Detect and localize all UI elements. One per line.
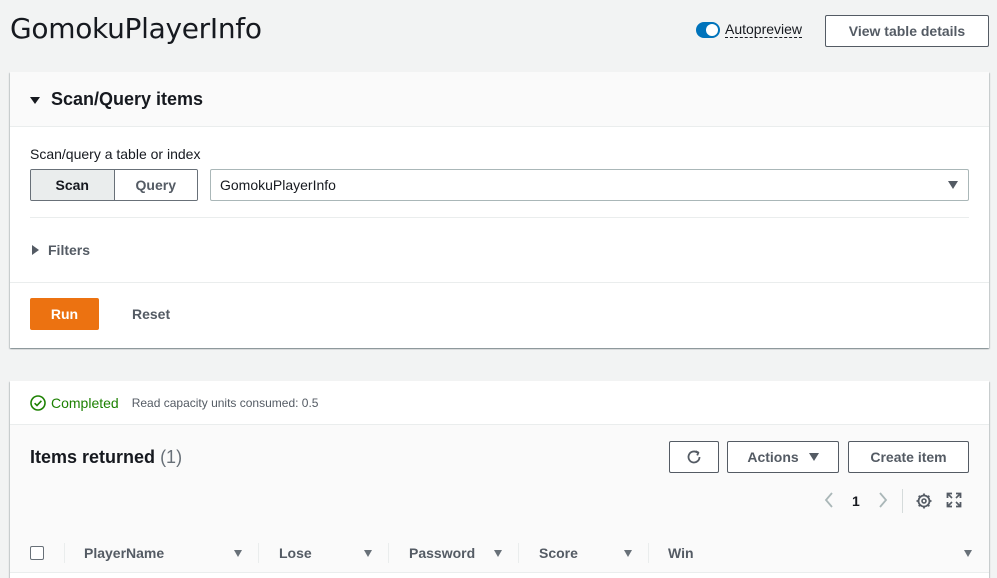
column-header-win[interactable]: Win (668, 533, 694, 573)
pager-divider (902, 489, 903, 513)
filters-expander[interactable]: Filters (32, 242, 90, 258)
actions-label: Actions (747, 449, 799, 465)
sort-caret-icon[interactable] (364, 550, 372, 557)
toggle-knob (706, 24, 718, 36)
items-returned-title: Items returned (1) (30, 447, 182, 468)
column-header-playername[interactable]: PlayerName (84, 533, 164, 573)
previous-page-icon[interactable] (822, 491, 836, 509)
results-panel: Completed Read capacity units consumed: … (10, 381, 989, 578)
sort-caret-icon[interactable] (234, 550, 242, 557)
actions-button[interactable]: Actions (727, 441, 839, 473)
capacity-text: Read capacity units consumed: 0.5 (131, 395, 319, 410)
divider (30, 217, 969, 218)
run-button[interactable]: Run (30, 298, 99, 330)
fullscreen-icon[interactable] (946, 492, 962, 508)
column-header-password[interactable]: Password (409, 533, 475, 573)
gear-icon[interactable] (915, 492, 933, 510)
status-text: Completed (51, 394, 119, 411)
items-header: Items returned (1) Actions Create item 1 (10, 425, 989, 533)
sort-caret-icon[interactable] (624, 550, 632, 557)
check-circle-icon (30, 394, 46, 411)
reset-button[interactable]: Reset (132, 306, 170, 322)
scan-mode-button[interactable]: Scan (31, 170, 115, 200)
column-separator (518, 543, 519, 563)
footer-divider (10, 282, 989, 283)
table-select[interactable]: GomokuPlayerInfo (210, 169, 969, 201)
refresh-button[interactable] (669, 441, 719, 473)
caret-down-icon[interactable] (30, 97, 40, 104)
refresh-icon (687, 450, 701, 464)
status-bar: Completed Read capacity units consumed: … (10, 381, 989, 425)
select-all-checkbox[interactable] (30, 546, 44, 560)
autopreview-label[interactable]: Autopreview (725, 22, 803, 38)
scan-query-field-label: Scan/query a table or index (30, 146, 201, 162)
page-title: GomokuPlayerInfo (10, 12, 262, 45)
chevron-down-icon (808, 453, 819, 461)
scan-query-panel: Scan/Query items Scan/query a table or i… (10, 72, 989, 348)
sort-caret-icon[interactable] (964, 550, 972, 557)
sort-caret-icon[interactable] (494, 550, 502, 557)
column-header-score[interactable]: Score (539, 533, 578, 573)
filters-label: Filters (48, 242, 91, 258)
scan-query-segmented-control: Scan Query (30, 169, 198, 201)
autopreview-toggle[interactable] (696, 22, 720, 38)
column-separator (64, 543, 65, 563)
column-separator (388, 543, 389, 563)
query-mode-button[interactable]: Query (114, 170, 197, 200)
autopreview-control[interactable]: Autopreview (696, 22, 803, 38)
table-select-value: GomokuPlayerInfo (220, 177, 336, 193)
items-count: (1) (160, 447, 183, 467)
column-separator (648, 543, 649, 563)
current-page[interactable]: 1 (852, 493, 860, 509)
scan-query-header[interactable]: Scan/Query items (10, 72, 989, 127)
column-separator (258, 543, 259, 563)
view-table-details-button[interactable]: View table details (825, 15, 989, 47)
table-header-row: PlayerName Lose Password Score Win (10, 533, 989, 573)
caret-right-icon (32, 245, 39, 255)
next-page-icon[interactable] (876, 491, 890, 509)
items-returned-label: Items returned (30, 447, 156, 467)
column-header-lose[interactable]: Lose (279, 533, 312, 573)
create-item-button[interactable]: Create item (848, 441, 969, 473)
dropdown-caret-icon (948, 181, 958, 189)
scan-query-title: Scan/Query items (51, 88, 204, 109)
